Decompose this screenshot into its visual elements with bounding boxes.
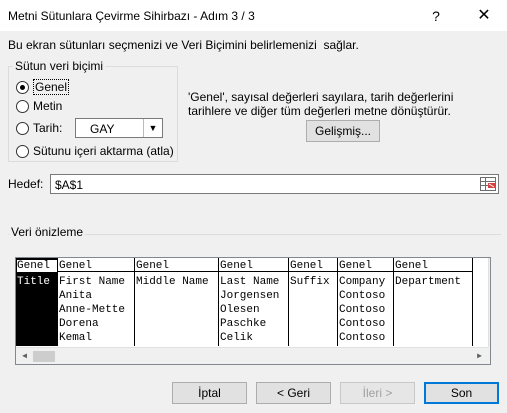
column-3-row-1: Middle Name [136, 276, 209, 288]
column-6-row-1: Company [339, 276, 386, 288]
column-4-row-4: Paschke [220, 318, 267, 330]
column-5-row-1: Suffix [290, 276, 330, 288]
column-2-row-5: Kemal [59, 332, 93, 344]
data-preview[interactable]: Genel Title Genel First Name Anita Anne-… [15, 257, 491, 365]
column-3-header: Genel [136, 260, 170, 272]
scroll-left-icon[interactable]: ◀ [16, 348, 33, 364]
preview-column-2[interactable]: Genel First Name Anita Anne-Mette Dorena… [57, 258, 134, 346]
preview-column-6[interactable]: Genel Company Contoso Contoso Contoso Co… [337, 258, 393, 346]
column-4-row-3: Olesen [220, 304, 260, 316]
radio-skip-column[interactable]: Sütunu içeri aktarma (atla) [16, 142, 174, 160]
preview-horizontal-scrollbar[interactable]: ◀ ▶ [16, 347, 488, 364]
date-format-value: GAY [90, 122, 115, 136]
radio-skip-indicator[interactable] [16, 144, 29, 158]
horizontal-scroll-thumb[interactable] [33, 351, 55, 362]
column-1-header: Genel [17, 260, 57, 272]
radio-text-label: Metin [33, 99, 63, 113]
chevron-down-icon[interactable]: ▼ [143, 119, 162, 137]
radio-date-label: Tarih: [33, 121, 63, 135]
column-2-row-3: Anne-Mette [59, 304, 126, 316]
preview-column-5[interactable]: Genel Suffix [288, 258, 337, 346]
column-7-row-1: Department [395, 276, 462, 288]
radio-general-indicator[interactable] [16, 80, 29, 94]
radio-text[interactable]: Metin [16, 97, 62, 115]
destination-value: $A$1 [55, 178, 84, 192]
preview-column-4[interactable]: Genel Last Name Jorgensen Olesen Paschke… [218, 258, 288, 346]
preview-column-3[interactable]: Genel Middle Name [134, 258, 218, 346]
advanced-button[interactable]: Gelişmiş... [306, 120, 380, 142]
destination-input[interactable]: $A$1 [50, 174, 499, 194]
column-6-row-2: Contoso [339, 290, 386, 302]
radio-date-indicator[interactable] [16, 121, 29, 135]
preview-vertical-scrollbar[interactable]: ▲ ▼ [488, 258, 490, 347]
back-button[interactable]: < Geri [256, 382, 331, 404]
next-button[interactable]: İleri > [340, 382, 415, 404]
column-4-row-5: Celik [220, 332, 254, 344]
column-6-row-3: Contoso [339, 304, 386, 316]
column-6-row-5: Contoso [339, 332, 386, 344]
date-format-select[interactable]: GAY ▼ [75, 118, 163, 138]
scroll-corner [488, 347, 490, 364]
radio-general[interactable]: Genel [16, 78, 70, 96]
column-2-row-1: First Name [59, 276, 126, 288]
column-6-row-4: Contoso [339, 318, 386, 330]
destination-label: Hedef: [8, 177, 44, 191]
radio-skip-label: Sütunu içeri aktarma (atla) [33, 144, 174, 158]
scroll-up-icon[interactable]: ▲ [489, 258, 490, 275]
intro-text: Bu ekran sütunları seçmenizi ve Veri Biç… [8, 38, 359, 52]
column-1-row-1: Title [17, 276, 51, 288]
format-description: 'Genel', sayısal değerleri sayılara, tar… [188, 90, 454, 118]
radio-text-indicator[interactable] [16, 99, 29, 113]
range-picker-icon[interactable] [480, 177, 496, 191]
column-4-header: Genel [220, 260, 254, 272]
window-title: Metni Sütunlara Çevirme Sihirbazı - Adım… [8, 9, 255, 23]
column-2-header: Genel [59, 260, 93, 272]
preview-column-1[interactable]: Genel Title [16, 258, 57, 346]
column-2-row-2: Anita [59, 290, 93, 302]
scroll-right-icon[interactable]: ▶ [471, 348, 488, 364]
column-6-header: Genel [339, 260, 373, 272]
column-7-header: Genel [395, 260, 429, 272]
preview-column-7[interactable]: Genel Department [393, 258, 473, 346]
column-4-row-2: Jorgensen [220, 290, 280, 302]
finish-button[interactable]: Son [424, 382, 499, 404]
column-4-row-1: Last Name [220, 276, 280, 288]
scroll-down-icon[interactable]: ▼ [489, 330, 490, 347]
column-format-group-title: Sütun veri biçimi [13, 59, 106, 73]
radio-date[interactable]: Tarih: [16, 119, 62, 137]
cancel-button[interactable]: İptal [172, 382, 247, 404]
radio-general-label: Genel [33, 79, 70, 95]
close-button[interactable]: ✕ [461, 4, 507, 28]
column-2-row-4: Dorena [59, 318, 99, 330]
preview-group-title: Veri önizleme [9, 225, 86, 239]
help-button[interactable]: ? [413, 4, 459, 28]
column-5-header: Genel [290, 260, 324, 272]
